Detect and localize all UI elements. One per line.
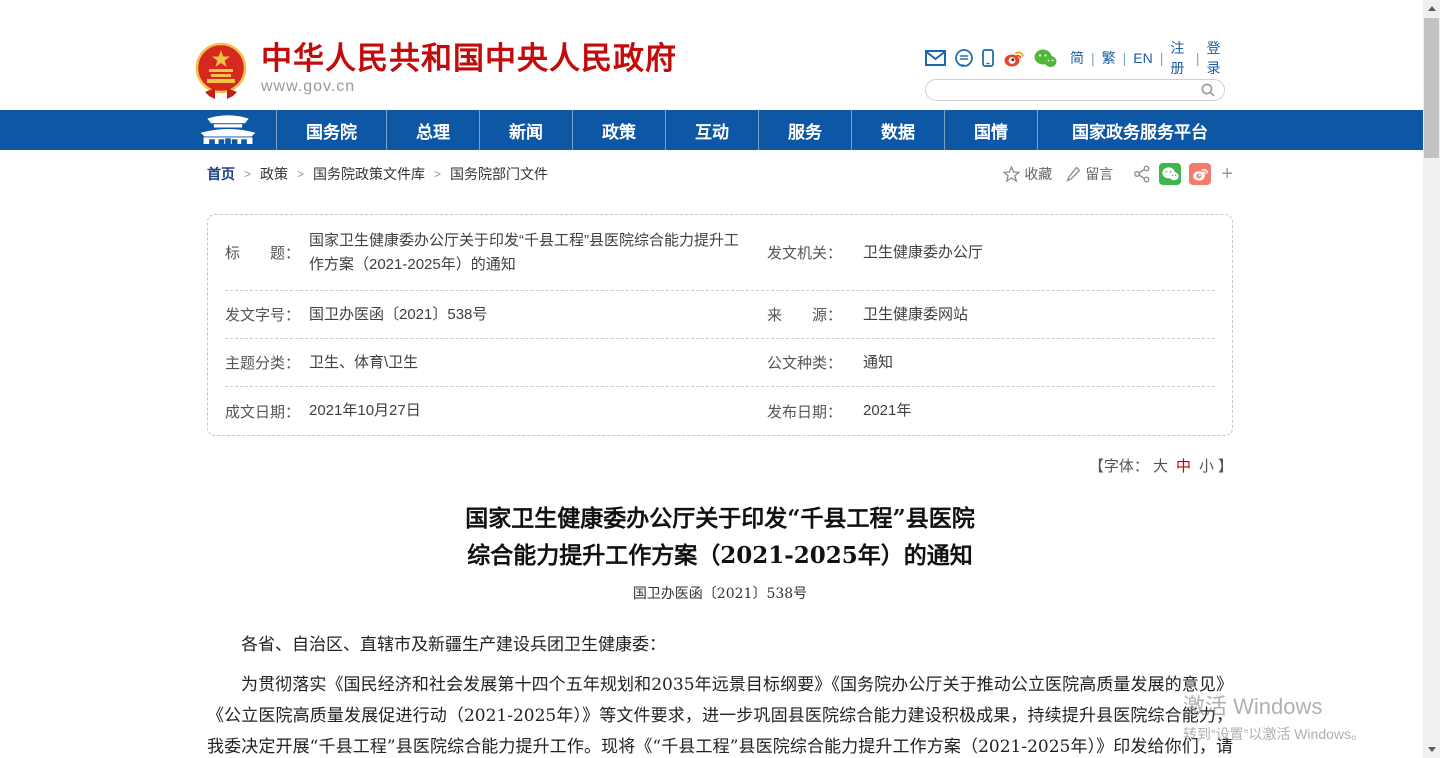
bracket: 【	[1089, 458, 1104, 475]
font-size-label: 字体：	[1104, 458, 1149, 475]
weibo-icon[interactable]	[1003, 49, 1025, 67]
scroll-down-button[interactable]	[1423, 741, 1440, 758]
search-input[interactable]	[938, 81, 1200, 99]
breadcrumb-policy[interactable]: 政策	[260, 164, 288, 184]
meta-label: 发文机关：	[767, 242, 863, 263]
share-button[interactable]	[1133, 165, 1151, 183]
mobile-icon[interactable]	[982, 49, 994, 67]
nav-item-services[interactable]: 服务	[758, 110, 851, 150]
font-size-small-button[interactable]: 小	[1199, 458, 1214, 475]
register-link[interactable]: 注册	[1170, 38, 1188, 78]
arrow-up-icon	[1428, 6, 1436, 11]
national-emblem-icon	[195, 42, 247, 105]
font-size-large-button[interactable]: 大	[1153, 458, 1168, 475]
nav-item-interact[interactable]: 互动	[665, 110, 758, 150]
separator: >	[297, 167, 304, 181]
document-meta-table: 标 题： 国家卫生健康委办公厅关于印发“千县工程”县医院综合能力提升工作方案（2…	[207, 214, 1233, 436]
page: 中华人民共和国中央人民政府 www.gov.cn	[0, 0, 1440, 758]
meta-label: 成文日期：	[225, 401, 309, 422]
nav-item-state-council[interactable]: 国务院	[276, 110, 386, 150]
site-header: 中华人民共和国中央人民政府 www.gov.cn	[0, 0, 1440, 110]
favorite-label: 收藏	[1024, 164, 1052, 184]
site-title: 中华人民共和国中央人民政府	[261, 42, 677, 76]
meta-value: 通知	[863, 351, 1215, 375]
nav-item-data[interactable]: 数据	[851, 110, 944, 150]
search-icon[interactable]	[1200, 82, 1216, 98]
tiananmen-icon	[197, 112, 259, 149]
nav-item-premier[interactable]: 总理	[386, 110, 479, 150]
meta-value: 国卫办医函〔2021〕538号	[309, 303, 767, 327]
separator: |	[1091, 50, 1095, 66]
comment-label: 留言	[1085, 164, 1113, 184]
breadcrumb-dept-documents[interactable]: 国务院部门文件	[450, 164, 548, 184]
lang-traditional-link[interactable]: 繁	[1102, 48, 1116, 68]
wechat-share-icon[interactable]	[1159, 163, 1181, 185]
article-paragraph: 为贯彻落实《国民经济和社会发展第十四个五年规划和2035年远景目标纲要》《国务院…	[207, 670, 1233, 758]
font-size-medium-button[interactable]: 中	[1176, 458, 1191, 475]
pencil-icon	[1066, 166, 1081, 182]
header-quick-links: 简 | 繁 | EN | 注册 | 登录	[925, 46, 1225, 70]
meta-value: 卫生健康委网站	[863, 303, 1215, 327]
nav-item-gov-service-platform[interactable]: 国家政务服务平台	[1037, 110, 1242, 150]
breadcrumb-home[interactable]: 首页	[207, 164, 235, 184]
document-number: 国卫办医函〔2021〕538号	[207, 583, 1233, 603]
article-title-line1: 国家卫生健康委办公厅关于印发“千县工程”县医院	[207, 500, 1233, 537]
lang-english-link[interactable]: EN	[1133, 50, 1152, 66]
share-icon	[1133, 165, 1151, 183]
article-salutation: 各省、自治区、直辖市及新疆生产建设兵团卫生健康委：	[207, 630, 1233, 661]
meta-value: 2021年10月27日	[309, 399, 767, 423]
breadcrumb: 首页 > 政策 > 国务院政策文件库 > 国务院部门文件	[207, 164, 548, 184]
star-icon	[1003, 166, 1020, 182]
meta-label: 发布日期：	[767, 401, 863, 422]
meta-value: 2021年	[863, 399, 1215, 423]
article-title: 国家卫生健康委办公厅关于印发“千县工程”县医院 综合能力提升工作方案（2021-…	[207, 500, 1233, 574]
mail-icon[interactable]	[925, 50, 946, 66]
separator: >	[434, 167, 441, 181]
scroll-up-button[interactable]	[1423, 0, 1440, 17]
meta-row-title: 标 题： 国家卫生健康委办公厅关于印发“千县工程”县医院综合能力提升工作方案（2…	[225, 215, 1215, 291]
site-url: www.gov.cn	[261, 78, 677, 96]
article-body: 各省、自治区、直辖市及新疆生产建设兵团卫生健康委： 为贯彻落实《国民经济和社会发…	[207, 630, 1233, 758]
nav-item-national[interactable]: 国情	[944, 110, 1037, 150]
meta-label: 来 源：	[767, 304, 863, 325]
nav-item-policy[interactable]: 政策	[572, 110, 665, 150]
weibo-share-icon[interactable]	[1189, 163, 1211, 185]
arrow-down-icon	[1428, 747, 1436, 752]
meta-value: 国家卫生健康委办公厅关于印发“千县工程”县医院综合能力提升工作方案（2021-2…	[309, 229, 767, 277]
comment-button[interactable]: 留言	[1066, 164, 1113, 184]
meta-value: 卫生健康委办公厅	[863, 241, 1215, 265]
font-size-selector: 【字体：大中小】	[207, 455, 1233, 476]
meta-value: 卫生、体育\卫生	[309, 351, 767, 375]
meta-row-category: 主题分类： 卫生、体育\卫生 公文种类： 通知	[225, 339, 1215, 387]
meta-label: 主题分类：	[225, 352, 309, 373]
wechat-icon[interactable]	[1034, 49, 1057, 68]
more-share-button[interactable]: +	[1221, 164, 1233, 184]
site-logo[interactable]: 中华人民共和国中央人民政府 www.gov.cn	[195, 42, 677, 105]
page-tools: 收藏 留言 +	[1003, 163, 1233, 185]
separator: >	[244, 167, 251, 181]
article-title-line2: 综合能力提升工作方案（2021-2025年）的通知	[207, 537, 1233, 574]
bracket: 】	[1218, 458, 1233, 475]
lang-simplified-link[interactable]: 简	[1070, 48, 1084, 68]
search-box	[925, 79, 1225, 101]
meta-label: 公文种类：	[767, 352, 863, 373]
meta-row-number: 发文字号： 国卫办医函〔2021〕538号 来 源： 卫生健康委网站	[225, 291, 1215, 339]
message-icon[interactable]	[955, 49, 973, 67]
meta-row-date: 成文日期： 2021年10月27日 发布日期： 2021年	[225, 387, 1215, 435]
separator: |	[1123, 50, 1127, 66]
favorite-button[interactable]: 收藏	[1003, 164, 1052, 184]
login-link[interactable]: 登录	[1207, 38, 1225, 78]
article: 国家卫生健康委办公厅关于印发“千县工程”县医院 综合能力提升工作方案（2021-…	[207, 500, 1233, 758]
meta-label: 标 题：	[225, 242, 309, 263]
breadcrumb-policy-library[interactable]: 国务院政策文件库	[313, 164, 425, 184]
meta-label: 发文字号：	[225, 304, 309, 325]
nav-home-item[interactable]	[179, 110, 276, 150]
separator: |	[1160, 50, 1164, 66]
separator: |	[1196, 50, 1200, 66]
scrollbar-thumb[interactable]	[1424, 18, 1439, 158]
nav-item-news[interactable]: 新闻	[479, 110, 572, 150]
vertical-scrollbar[interactable]	[1423, 0, 1440, 758]
main-nav: 国务院 总理 新闻 政策 互动 服务 数据 国情 国家政务服务平台	[0, 110, 1440, 150]
